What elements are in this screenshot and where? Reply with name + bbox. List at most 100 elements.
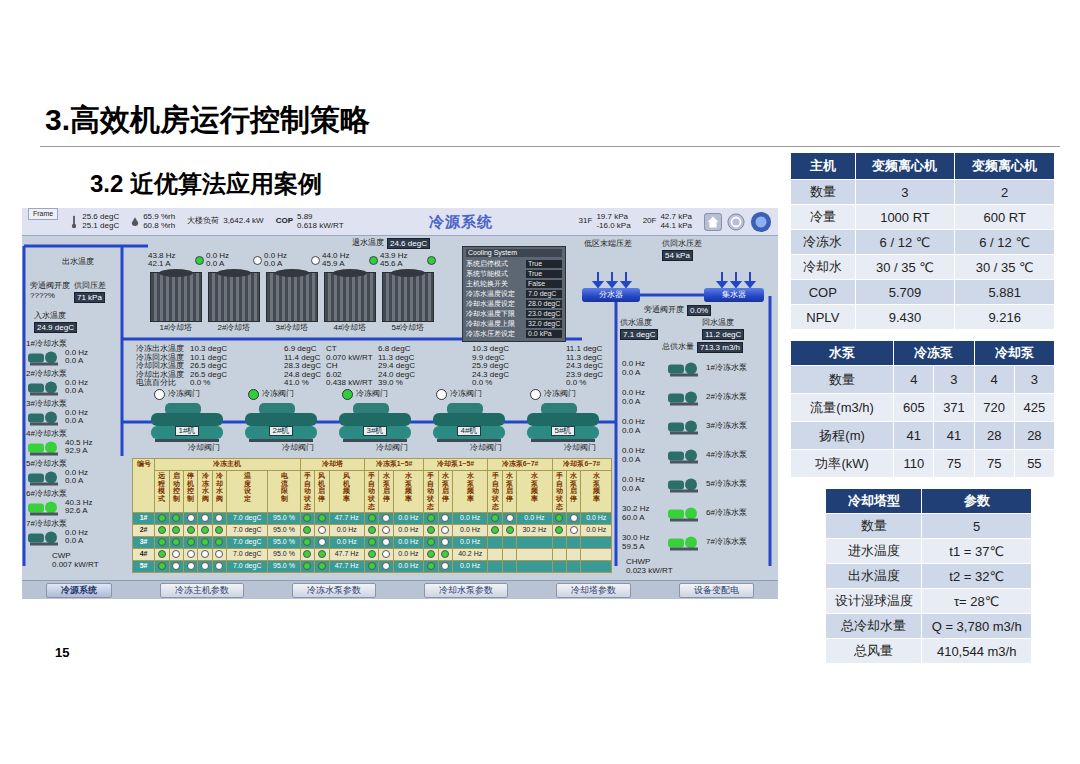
control-value[interactable]: 0.0 kPa bbox=[526, 330, 562, 338]
chilled-pump[interactable]: 0.0 Hz0.0 A4#冷冻水泵 bbox=[622, 441, 747, 470]
status-dot[interactable] bbox=[187, 538, 195, 546]
nav-button[interactable]: 冷冻主机参数 bbox=[160, 583, 244, 598]
status-dot[interactable] bbox=[158, 538, 166, 546]
nav-button[interactable]: 设备变配电 bbox=[679, 583, 754, 598]
status-dot[interactable] bbox=[368, 538, 376, 546]
cooling-pump[interactable]: 4#冷却水泵40.5 Hz92.9 A bbox=[26, 430, 93, 460]
frame-tab[interactable]: Frame bbox=[28, 208, 58, 220]
status-dot[interactable] bbox=[215, 562, 223, 570]
status-dot[interactable] bbox=[555, 514, 563, 522]
status-dot[interactable] bbox=[427, 526, 435, 534]
status-dot[interactable] bbox=[441, 526, 449, 534]
status-dot[interactable] bbox=[187, 526, 195, 534]
status-dot[interactable] bbox=[427, 562, 435, 570]
status-dot[interactable] bbox=[215, 526, 223, 534]
status-dot[interactable] bbox=[441, 562, 449, 570]
status-dot[interactable] bbox=[318, 514, 326, 522]
valve-indicator[interactable] bbox=[436, 389, 447, 400]
status-dot[interactable] bbox=[427, 538, 435, 546]
valve-indicator[interactable] bbox=[248, 389, 259, 400]
cooling-pump[interactable]: 6#冷却水泵40.3 Hz92.6 A bbox=[26, 490, 93, 520]
status-dot[interactable] bbox=[382, 526, 390, 534]
status-dot[interactable] bbox=[201, 562, 209, 570]
status-dot[interactable] bbox=[368, 550, 376, 558]
valve-indicator[interactable] bbox=[342, 389, 353, 400]
cooling-tower[interactable]: 0.0 Hz0.0 A3#冷却塔 bbox=[264, 250, 320, 333]
cooling-pump[interactable]: 2#冷却水泵0.0 Hz0.0 A bbox=[26, 370, 93, 400]
status-dot[interactable] bbox=[201, 538, 209, 546]
status-dot[interactable] bbox=[201, 514, 209, 522]
status-dot[interactable] bbox=[172, 514, 180, 522]
nav-button[interactable]: 冷却水泵参数 bbox=[424, 583, 508, 598]
status-dot[interactable] bbox=[187, 562, 195, 570]
cooling-tower[interactable]: 44.0 Hz45.9 A4#冷却塔 bbox=[322, 250, 378, 333]
chiller[interactable]: 11.1 degC11.3 degC24.3 degC23.9 degC0.0 … bbox=[516, 345, 610, 454]
status-dot[interactable] bbox=[172, 562, 180, 570]
status-dot[interactable] bbox=[368, 562, 376, 570]
chilled-pump[interactable]: 0.0 Hz0.0 A1#冷冻水泵 bbox=[622, 354, 747, 383]
cooling-pump[interactable]: 3#冷却水泵0.0 Hz0.0 A bbox=[26, 400, 93, 430]
status-dot[interactable] bbox=[382, 550, 390, 558]
chilled-pump[interactable]: 30.0 Hz59.5 A7#冷冻水泵 bbox=[622, 528, 747, 557]
status-dot[interactable] bbox=[158, 550, 166, 558]
status-dot[interactable] bbox=[491, 526, 499, 534]
status-dot[interactable] bbox=[215, 514, 223, 522]
chilled-pump[interactable]: 0.0 Hz0.0 A3#冷冻水泵 bbox=[622, 412, 747, 441]
status-dot[interactable] bbox=[441, 538, 449, 546]
status-dot[interactable] bbox=[187, 550, 195, 558]
status-dot[interactable] bbox=[158, 526, 166, 534]
status-dot[interactable] bbox=[172, 550, 180, 558]
status-dot[interactable] bbox=[382, 538, 390, 546]
control-value[interactable]: 32.0 degC bbox=[526, 320, 562, 328]
nav-button[interactable]: 冷冻水泵参数 bbox=[292, 583, 376, 598]
control-value[interactable]: False bbox=[526, 280, 562, 288]
status-dot[interactable] bbox=[441, 514, 449, 522]
chilled-pump[interactable]: 30.2 Hz60.0 A6#冷冻水泵 bbox=[622, 499, 747, 528]
status-dot[interactable] bbox=[570, 526, 578, 534]
status-dot[interactable] bbox=[303, 514, 311, 522]
cooling-tower[interactable]: 43.9 Hz45.6 A5#冷却塔 bbox=[380, 250, 436, 333]
valve-indicator[interactable] bbox=[530, 389, 541, 400]
nav-button[interactable]: 冷源系统 bbox=[46, 583, 112, 598]
status-dot[interactable] bbox=[382, 514, 390, 522]
status-dot[interactable] bbox=[570, 514, 578, 522]
control-value[interactable]: 7.0 degC bbox=[526, 290, 562, 298]
valve-indicator[interactable] bbox=[154, 389, 165, 400]
status-dot[interactable] bbox=[368, 526, 376, 534]
status-dot[interactable] bbox=[555, 526, 563, 534]
home-icon[interactable] bbox=[704, 213, 722, 231]
status-dot[interactable] bbox=[491, 514, 499, 522]
status-dot[interactable] bbox=[172, 538, 180, 546]
status-dot[interactable] bbox=[201, 550, 209, 558]
chilled-pump[interactable]: 0.0 Hz0.0 A5#冷冻水泵 bbox=[622, 470, 747, 499]
status-dot[interactable] bbox=[318, 550, 326, 558]
cooling-pump[interactable]: 5#冷却水泵0.0 Hz0.0 A bbox=[26, 460, 93, 490]
status-dot[interactable] bbox=[187, 514, 195, 522]
status-dot[interactable] bbox=[303, 526, 311, 534]
status-dot[interactable] bbox=[303, 538, 311, 546]
chiller[interactable]: 6.9 degC11.4 degC28.3 degC24.8 degC41.0 … bbox=[234, 345, 328, 454]
chiller[interactable]: 10.3 degC10.1 degC26.5 degC26.5 degC0.0 … bbox=[140, 345, 234, 454]
control-value[interactable]: 23.0 degC bbox=[526, 310, 562, 318]
chiller[interactable]: 10.3 degC9.9 degC25.9 degC24.3 degC0.0 %… bbox=[422, 345, 516, 454]
control-value[interactable]: True bbox=[526, 270, 562, 278]
chilled-pump[interactable]: 0.0 Hz0.0 A2#冷冻水泵 bbox=[622, 383, 747, 412]
control-value[interactable]: True bbox=[526, 260, 562, 268]
nav-button[interactable]: 冷却塔参数 bbox=[556, 583, 631, 598]
status-dot[interactable] bbox=[215, 538, 223, 546]
status-dot[interactable] bbox=[427, 550, 435, 558]
status-dot[interactable] bbox=[506, 526, 514, 534]
status-dot[interactable] bbox=[215, 550, 223, 558]
status-dot[interactable] bbox=[303, 562, 311, 570]
status-dot[interactable] bbox=[158, 514, 166, 522]
cooling-pump[interactable]: 1#冷却水泵0.0 Hz0.0 A bbox=[26, 340, 93, 370]
status-dot[interactable] bbox=[382, 562, 390, 570]
status-dot[interactable] bbox=[172, 526, 180, 534]
cooling-pump[interactable]: 7#冷却水泵0.0 Hz0.0 A bbox=[26, 520, 93, 550]
status-dot[interactable] bbox=[318, 526, 326, 534]
status-dot[interactable] bbox=[201, 526, 209, 534]
cooling-tower[interactable]: 43.8 Hz42.1 A1#冷却塔 bbox=[148, 250, 204, 333]
control-value[interactable]: 28.0 degC bbox=[526, 300, 562, 308]
status-dot[interactable] bbox=[506, 514, 514, 522]
status-dot[interactable] bbox=[303, 550, 311, 558]
